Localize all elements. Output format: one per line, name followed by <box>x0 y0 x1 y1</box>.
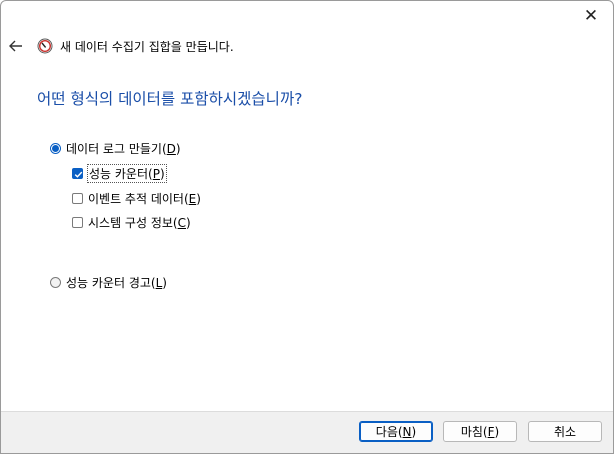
back-button[interactable] <box>7 37 25 55</box>
button-bar: 다음(N) 마침(F) 취소 <box>1 411 613 453</box>
checkbox-unchecked-icon[interactable] <box>72 217 83 228</box>
wizard-title: 새 데이터 수집기 집합을 만듭니다. <box>60 39 234 54</box>
create-data-logs-radio[interactable]: 데이터 로그 만들기(D) <box>50 140 181 157</box>
close-icon[interactable]: ✕ <box>584 7 598 25</box>
finish-button[interactable]: 마침(F) <box>443 421 517 442</box>
performance-monitor-icon <box>37 38 53 54</box>
performance-counter-checkbox[interactable]: 성능 카운터(P) <box>72 164 167 183</box>
radio-selected-icon[interactable] <box>50 143 61 154</box>
system-configuration-checkbox[interactable]: 시스템 구성 정보(C) <box>72 214 191 231</box>
performance-counter-alert-radio[interactable]: 성능 카운터 경고(L) <box>50 274 167 291</box>
performance-counter-label[interactable]: 성능 카운터(P) <box>87 164 167 183</box>
wizard-window: ✕ 새 데이터 수집기 집합을 만듭니다. 어떤 형식의 데이터를 포함하시겠습… <box>0 0 614 454</box>
wizard-header: 새 데이터 수집기 집합을 만듭니다. <box>7 35 234 57</box>
event-trace-data-checkbox[interactable]: 이벤트 추적 데이터(E) <box>72 190 201 207</box>
cancel-button[interactable]: 취소 <box>528 421 602 442</box>
performance-counter-alert-label[interactable]: 성능 카운터 경고(L) <box>66 274 167 291</box>
back-arrow-icon[interactable] <box>9 40 23 52</box>
radio-unselected-icon[interactable] <box>50 277 61 288</box>
create-data-logs-label[interactable]: 데이터 로그 만들기(D) <box>66 140 181 157</box>
event-trace-data-label[interactable]: 이벤트 추적 데이터(E) <box>88 190 201 207</box>
checkbox-unchecked-icon[interactable] <box>72 193 83 204</box>
checkbox-checked-icon[interactable] <box>72 168 83 179</box>
close-button[interactable]: ✕ <box>577 5 605 27</box>
system-configuration-label[interactable]: 시스템 구성 정보(C) <box>88 214 191 231</box>
next-button[interactable]: 다음(N) <box>359 421 433 442</box>
page-question: 어떤 형식의 데이터를 포함하시겠습니까? <box>37 90 303 108</box>
